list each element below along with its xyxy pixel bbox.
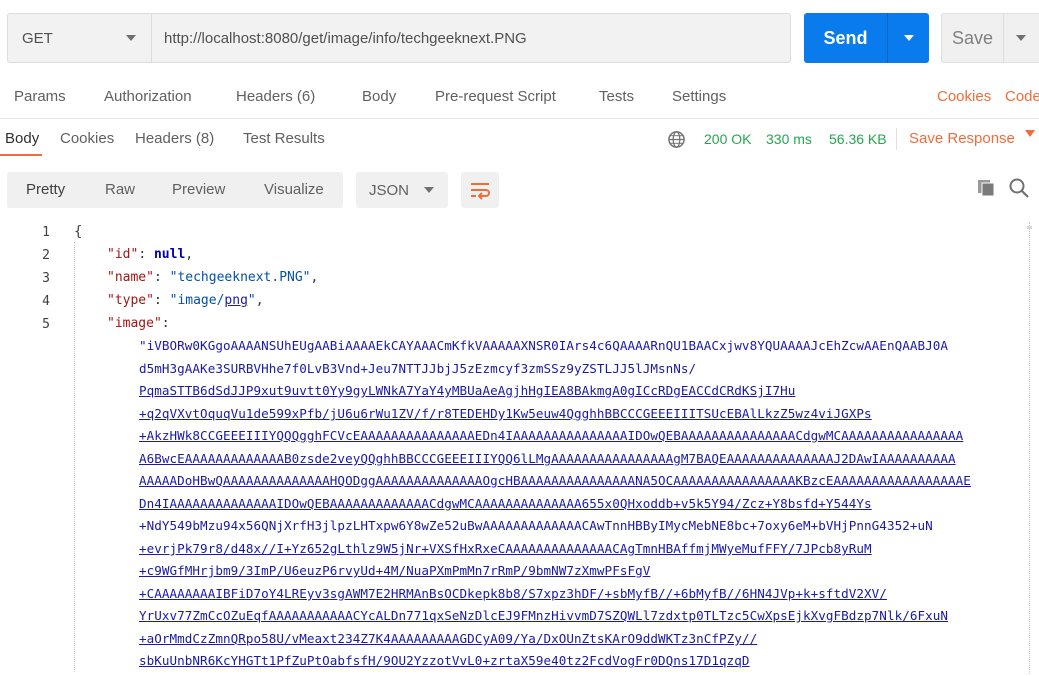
chevron-down-icon[interactable] — [1025, 130, 1035, 137]
json-open-brace: { — [74, 224, 83, 240]
chevron-down-icon — [1016, 35, 1026, 41]
json-key: "id" — [107, 247, 139, 262]
json-value: " — [247, 293, 256, 308]
image-data-line: d5mH3gAAKe3SURBVHhe7f0LvB3Vnd+Jeu7NTTJJb… — [139, 361, 697, 376]
line-number: 3 — [42, 271, 50, 286]
image-data-line: +NdY549bMzu94x56QNjXrfH3jlpzLHTxpw6Y8wZe… — [139, 518, 933, 533]
save-button[interactable]: Save — [941, 13, 1039, 63]
send-label[interactable]: Send — [804, 13, 888, 63]
response-body-viewer[interactable]: 1 2 3 4 5 { "id": null, "name": "techgee… — [0, 220, 1039, 676]
json-value: "techgeeknext.PNG" — [169, 270, 311, 285]
headers-count-badge: (6) — [296, 88, 316, 105]
separator — [896, 128, 897, 150]
image-data-line[interactable]: +c9WGfMHrjbm9/3ImP/U6euzP6rvyUd+4M/NuaPX… — [139, 563, 650, 578]
mode-pretty[interactable]: Pretty — [26, 181, 65, 198]
code-link[interactable]: Code — [1005, 88, 1039, 105]
mode-preview[interactable]: Preview — [172, 181, 225, 198]
request-tabs: Params Authorization Headers (6) Body Pr… — [0, 84, 1039, 110]
image-data-line[interactable]: Dn4IAAAAAAAAAAAAAAIDOwQEBAAAAAAAAAAAAACd… — [139, 496, 872, 511]
scrollbar-thumb[interactable] — [1027, 226, 1032, 229]
json-line-id: "id": null, — [107, 247, 194, 262]
copy-icon[interactable] — [976, 178, 996, 198]
vertical-scrollbar[interactable] — [1029, 222, 1033, 674]
chevron-down-icon — [424, 187, 434, 193]
tab-params[interactable]: Params — [14, 88, 66, 105]
response-size[interactable]: 56.36 KB — [829, 131, 887, 147]
method-select[interactable]: GET — [8, 14, 152, 62]
line-number: 2 — [42, 248, 50, 263]
json-line-type: "type": "image/png", — [107, 293, 264, 308]
resp-tab-headers-label: Headers — [135, 130, 192, 147]
globe-icon[interactable] — [667, 130, 686, 149]
image-data-line[interactable]: +evrjPk79r8/d48x//I+Yz652gLthlz9W5jNr+VX… — [139, 541, 872, 556]
image-data-line: "iVBORw0KGgoAAAANSUhEUgAABiAAAAEkCAYAAAC… — [139, 338, 948, 353]
indent-guide — [74, 242, 75, 672]
tab-body[interactable]: Body — [362, 88, 396, 105]
format-select[interactable]: JSON — [356, 172, 448, 208]
chevron-down-icon — [126, 35, 136, 41]
method-label: GET — [22, 29, 53, 47]
request-bar: GET — [7, 13, 791, 63]
line-number: 1 — [42, 225, 50, 240]
image-data-line[interactable]: +AkzHWk8CCGEEEIIIYQQQgghFCVcEAAAAAAAAAAA… — [139, 428, 963, 443]
format-label: JSON — [369, 181, 410, 199]
json-value: "image/ — [169, 293, 225, 308]
image-data-line[interactable]: +aOrMmdCzZmnQRpo58U/vMeaxt234Z7K4AAAAAAA… — [139, 631, 757, 646]
line-number: 5 — [42, 317, 50, 332]
json-line-name: "name": "techgeeknext.PNG", — [107, 270, 319, 285]
wrap-lines-button[interactable] — [461, 172, 499, 208]
search-icon[interactable] — [1008, 177, 1030, 199]
image-data-line[interactable]: PqmaSTTB6dSdJJP9xut9uvtt0Yy9gyLWNkA7YaY4… — [139, 383, 795, 398]
active-tab-indicator — [0, 154, 42, 156]
image-data-line[interactable]: AAAAADoHBwQAAAAAAAAAAAAAAHQODggAAAAAAAAA… — [139, 473, 971, 488]
save-dropdown[interactable] — [1004, 14, 1038, 62]
chevron-down-icon — [903, 35, 914, 41]
view-mode-group: Pretty Raw Preview Visualize — [7, 172, 343, 208]
cookies-link[interactable]: Cookies — [937, 88, 991, 105]
response-time[interactable]: 330 ms — [766, 131, 812, 147]
image-data-line[interactable]: +CAAAAAAAAIBFiD7oY4LREyv3sgAWM7E2HRMAnBs… — [139, 586, 887, 601]
mode-visualize[interactable]: Visualize — [264, 181, 324, 198]
tab-tests[interactable]: Tests — [599, 88, 634, 105]
json-line-image: "image": — [107, 316, 170, 331]
send-dropdown[interactable] — [888, 13, 929, 63]
json-value-link[interactable]: png — [224, 293, 247, 308]
status-code[interactable]: 200 OK — [704, 131, 751, 147]
tab-authorization[interactable]: Authorization — [104, 88, 192, 105]
send-button[interactable]: Send — [804, 13, 929, 63]
wrap-lines-icon — [471, 183, 490, 200]
url-input[interactable] — [152, 14, 790, 62]
image-data-line[interactable]: +q2qVXvtOquqVu1de599xPfb/jU6u6rWu1ZV/f/r… — [139, 406, 872, 421]
tab-headers-label: Headers — [236, 88, 293, 105]
json-key: "image" — [107, 316, 162, 331]
json-key: "name" — [107, 270, 154, 285]
resp-tab-cookies[interactable]: Cookies — [60, 130, 114, 147]
resp-headers-count-badge: (8) — [195, 130, 215, 147]
json-key: "type" — [107, 293, 154, 308]
resp-tab-test-results[interactable]: Test Results — [243, 130, 325, 147]
tab-settings[interactable]: Settings — [672, 88, 726, 105]
image-data-line[interactable]: sbKuUnbNR6KcYHGTt1PfZuPtOabfsfH/9OU2Yzzo… — [139, 653, 750, 668]
mode-raw[interactable]: Raw — [105, 181, 135, 198]
tab-pre-request-script[interactable]: Pre-request Script — [435, 88, 556, 105]
resp-tab-headers[interactable]: Headers (8) — [135, 130, 214, 147]
line-number: 4 — [42, 294, 50, 309]
resp-tab-body[interactable]: Body — [5, 130, 39, 147]
save-label[interactable]: Save — [942, 14, 1004, 62]
json-value: null — [153, 247, 186, 262]
tab-headers[interactable]: Headers (6) — [236, 88, 315, 105]
response-tabs: Body Cookies Headers (8) Test Results 20… — [0, 124, 1039, 156]
divider — [0, 118, 1039, 119]
image-data-line[interactable]: A6BwcEAAAAAAAAAAAAAB0zsde2veyQQghhBBCCCG… — [139, 451, 956, 466]
save-response-button[interactable]: Save Response — [909, 130, 1015, 147]
image-data-line[interactable]: YrUxv77ZmCcOZuEqfAAAAAAAAAAACYcALDn771qx… — [139, 608, 948, 623]
